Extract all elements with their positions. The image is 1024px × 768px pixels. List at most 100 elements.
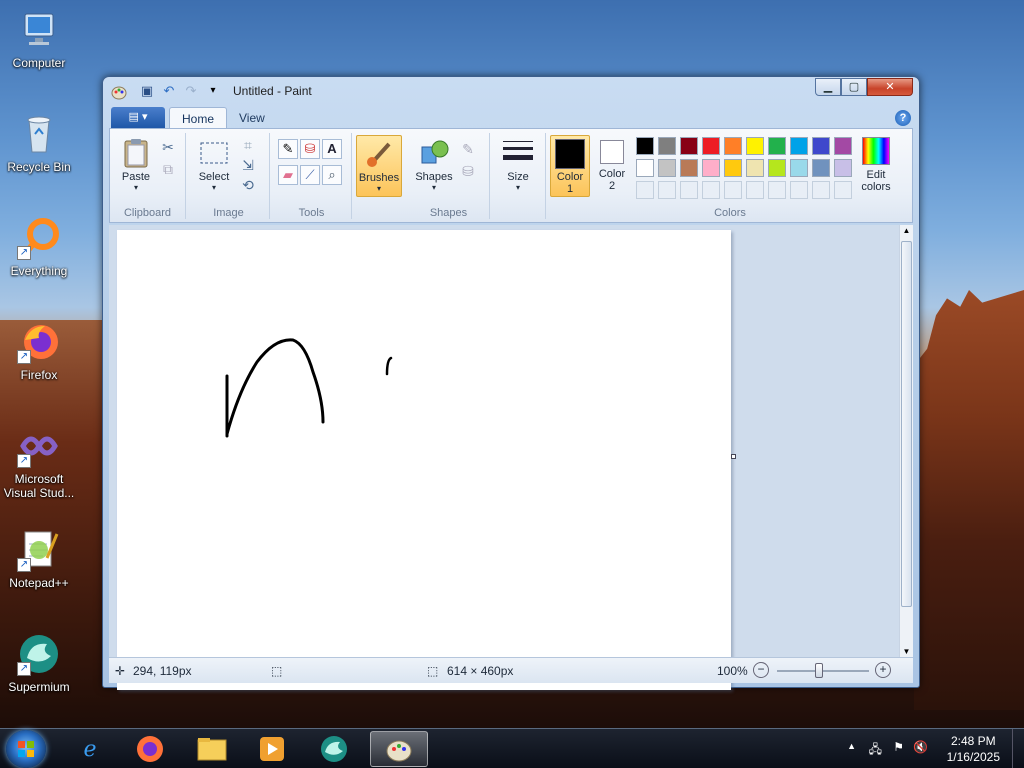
vertical-scrollbar[interactable]: ▲ ▼ (899, 225, 913, 657)
palette-color-swatch[interactable] (724, 137, 742, 155)
tab-home[interactable]: Home (169, 107, 228, 129)
action-center-flag-icon[interactable]: ⚑ (893, 740, 904, 754)
show-desktop-button[interactable] (1012, 729, 1024, 768)
undo-icon[interactable]: ↶ (161, 83, 177, 99)
outline-icon[interactable]: ✎ (458, 139, 478, 159)
palette-color-swatch[interactable] (812, 137, 830, 155)
crop-icon[interactable]: ⌗ (238, 135, 258, 155)
palette-color-swatch[interactable] (768, 137, 786, 155)
palette-color-swatch[interactable] (812, 159, 830, 177)
group-label-shapes: Shapes (429, 207, 468, 219)
color2-button[interactable]: Color 2 (592, 138, 632, 192)
paint-taskbar-icon[interactable] (370, 731, 428, 767)
palette-custom-swatch[interactable] (790, 181, 808, 199)
palette-color-swatch[interactable] (658, 159, 676, 177)
title-bar[interactable]: ▣ ↶ ↷ ▾ Untitled - Paint ▁ ▢ ✕ (103, 77, 919, 105)
save-icon[interactable]: ▣ (139, 83, 155, 99)
help-icon[interactable]: ? (895, 110, 911, 126)
desktop-icon-visual-studio[interactable]: ↗ Microsoft Visual Stud... (2, 424, 76, 500)
paste-button[interactable]: Paste ▾ (114, 137, 158, 192)
text-tool-icon[interactable]: A (322, 139, 342, 159)
palette-color-swatch[interactable] (834, 159, 852, 177)
palette-custom-swatch[interactable] (636, 181, 654, 199)
select-rectangle-icon (198, 137, 230, 169)
magnifier-icon[interactable]: ⌕ (322, 165, 342, 185)
zoom-slider-track[interactable] (777, 670, 869, 672)
shapes-button[interactable]: Shapes ▾ (414, 137, 454, 192)
canvas-resize-handle[interactable] (731, 454, 736, 459)
clock[interactable]: 2:48 PM 1/16/2025 (947, 733, 1000, 765)
scroll-up-icon[interactable]: ▲ (900, 226, 913, 235)
cut-icon[interactable]: ✂ (158, 137, 178, 157)
eraser-icon[interactable]: ▰ (278, 165, 298, 185)
fill-bucket-icon[interactable]: ⛁ (300, 139, 320, 159)
supermium-taskbar-icon[interactable] (306, 731, 362, 767)
brushes-button[interactable]: Brushes ▾ (356, 135, 402, 197)
color-picker-icon[interactable]: ⟋ (300, 165, 320, 185)
minimize-button[interactable]: ▁ (815, 78, 841, 96)
select-button[interactable]: Select ▾ (192, 137, 236, 192)
desktop-icon-everything[interactable]: ↗ Everything (2, 216, 76, 278)
palette-custom-swatch[interactable] (658, 181, 676, 199)
palette-color-swatch[interactable] (834, 137, 852, 155)
palette-custom-swatch[interactable] (768, 181, 786, 199)
desktop-icon-recycle-bin[interactable]: Recycle Bin (2, 112, 76, 174)
start-button[interactable] (6, 730, 46, 768)
palette-color-swatch[interactable] (702, 137, 720, 155)
size-button[interactable]: Size ▾ (498, 137, 538, 192)
redo-icon[interactable]: ↷ (183, 83, 199, 99)
rotate-icon[interactable]: ⟲ (238, 175, 258, 195)
close-button[interactable]: ✕ (867, 78, 913, 96)
desktop-icon-supermium[interactable]: ↗ Supermium (2, 632, 76, 694)
zoom-in-button[interactable]: + (875, 662, 891, 678)
palette-custom-swatch[interactable] (680, 181, 698, 199)
color1-button[interactable]: Color 1 (550, 135, 590, 197)
palette-color-swatch[interactable] (658, 137, 676, 155)
group-tools: ✎ ⛁ A ▰ ⟋ ⌕ Tools (272, 133, 352, 219)
palette-color-swatch[interactable] (724, 159, 742, 177)
palette-color-swatch[interactable] (636, 159, 654, 177)
desktop-icon-notepadpp[interactable]: ↗ Notepad++ (2, 528, 76, 590)
zoom-out-button[interactable]: − (753, 662, 769, 678)
show-hidden-icons-icon[interactable]: ▲ (847, 741, 856, 751)
palette-color-swatch[interactable] (680, 137, 698, 155)
scrollbar-thumb[interactable] (901, 241, 912, 607)
palette-custom-swatch[interactable] (702, 181, 720, 199)
tab-view[interactable]: View (227, 107, 277, 129)
palette-color-swatch[interactable] (790, 137, 808, 155)
paint-app-icon[interactable] (111, 84, 127, 100)
desktop-icon-firefox[interactable]: ↗ Firefox (2, 320, 76, 382)
palette-custom-swatch[interactable] (746, 181, 764, 199)
zoom-slider-thumb[interactable] (815, 663, 823, 678)
edit-colors-button[interactable]: Edit colors (854, 137, 898, 193)
paint-menu-button[interactable]: ▤ ▾ (111, 107, 165, 128)
palette-color-swatch[interactable] (790, 159, 808, 177)
palette-custom-swatch[interactable] (812, 181, 830, 199)
palette-custom-swatch[interactable] (724, 181, 742, 199)
media-player-icon[interactable] (244, 731, 300, 767)
palette-color-swatch[interactable] (768, 159, 786, 177)
pencil-icon[interactable]: ✎ (278, 139, 298, 159)
desktop-icon-computer[interactable]: Computer (2, 8, 76, 70)
maximize-button[interactable]: ▢ (841, 78, 867, 96)
resize-icon[interactable]: ⇲ (238, 155, 258, 175)
internet-explorer-icon[interactable]: ℯ (62, 731, 118, 767)
customize-qat-icon[interactable]: ▾ (205, 83, 221, 99)
firefox-taskbar-icon[interactable] (122, 731, 178, 767)
color1-number: 1 (566, 183, 574, 195)
fill-icon[interactable]: ⛁ (458, 161, 478, 181)
volume-muted-icon[interactable]: 🔇 (913, 740, 928, 754)
quick-access-toolbar: ▣ ↶ ↷ ▾ (139, 83, 221, 99)
palette-color-swatch[interactable] (746, 159, 764, 177)
network-icon[interactable]: 🖧 (869, 740, 882, 761)
shapes-dropdown-icon: ▾ (431, 183, 436, 192)
palette-color-swatch[interactable] (702, 159, 720, 177)
copy-icon[interactable]: ⧉ (158, 159, 178, 179)
drawing-canvas[interactable] (117, 230, 731, 690)
palette-custom-swatch[interactable] (834, 181, 852, 199)
palette-color-swatch[interactable] (746, 137, 764, 155)
scroll-down-icon[interactable]: ▼ (900, 647, 913, 656)
file-explorer-icon[interactable] (184, 731, 240, 767)
palette-color-swatch[interactable] (636, 137, 654, 155)
palette-color-swatch[interactable] (680, 159, 698, 177)
